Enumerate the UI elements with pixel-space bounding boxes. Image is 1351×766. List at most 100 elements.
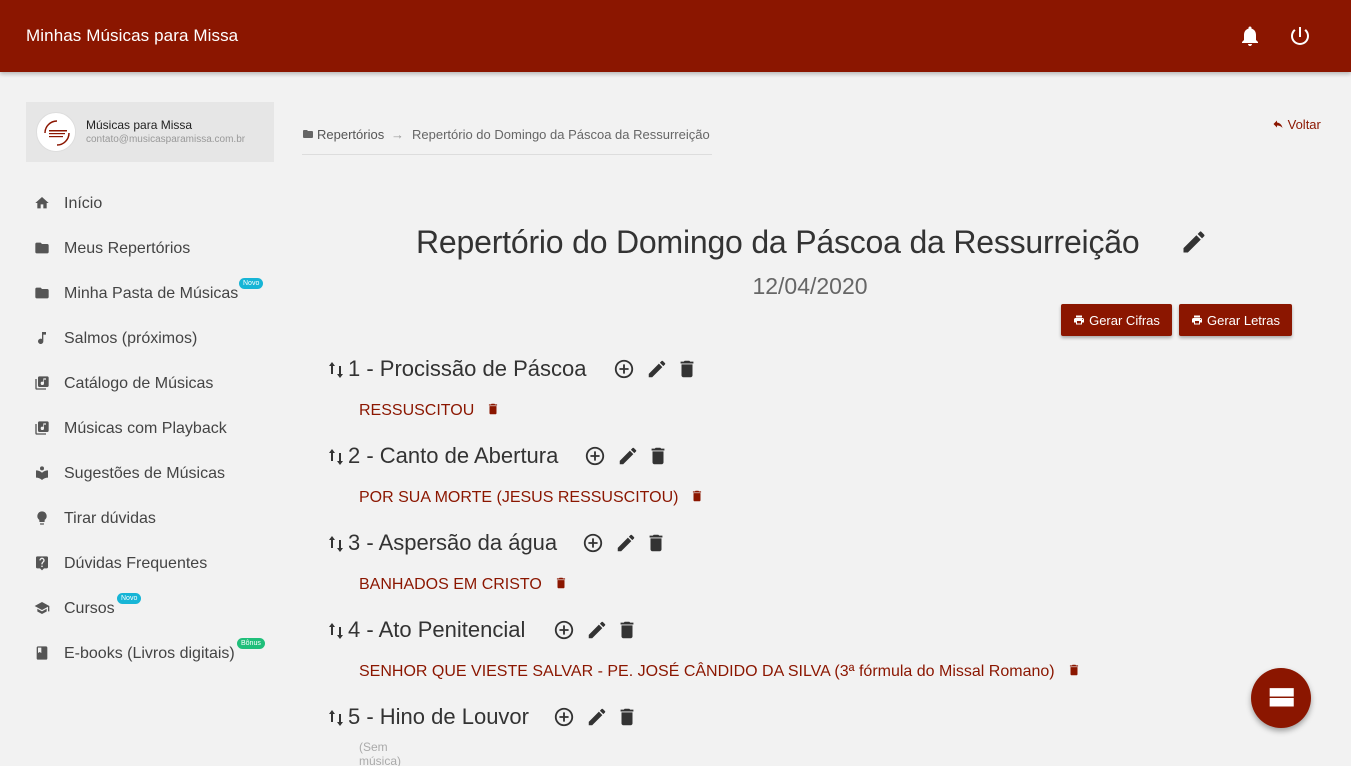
edit-pencil-icon[interactable] (615, 532, 637, 554)
sidebar-item-label: Sugestões de Músicas (64, 465, 225, 482)
book-open-icon (36, 466, 48, 481)
profile-name: Músicas para Missa (86, 118, 193, 132)
back-label: Voltar (1287, 117, 1321, 132)
avatar (36, 112, 76, 152)
section-title: 2 - Canto de Abertura (348, 443, 559, 468)
section-title: 5 - Hino de Louvor (348, 704, 529, 729)
song-title: SENHOR QUE VIESTE SALVAR - PE. JOSÉ CÂND… (359, 663, 1055, 680)
delete-song-trash-icon[interactable] (690, 489, 704, 503)
printer-icon (1192, 315, 1202, 325)
back-link[interactable]: Voltar (1272, 117, 1321, 132)
reorder-arrows-icon[interactable] (328, 709, 344, 727)
sidebar-item-salmos[interactable]: Salmos (próximos) (26, 315, 274, 360)
edit-title-pencil-icon[interactable] (1180, 228, 1208, 256)
generate-chords-button[interactable]: Gerar Cifras (1061, 304, 1172, 336)
breadcrumb-current: Repertório do Domingo da Páscoa da Ressu… (412, 127, 710, 142)
printer-icon (1074, 315, 1085, 325)
notifications-bell-icon[interactable] (1238, 24, 1262, 48)
sidebar-item-tirar-duvidas[interactable]: Tirar dúvidas (26, 495, 274, 540)
delete-trash-icon[interactable] (616, 619, 638, 641)
delete-trash-icon[interactable] (645, 532, 667, 554)
add-circle-icon[interactable] (553, 619, 575, 641)
home-icon (35, 197, 49, 209)
school-icon (34, 602, 50, 614)
folder-icon (303, 130, 313, 138)
sidebar: Músicas para Missa contato@musicasparami… (26, 102, 274, 662)
song-title: POR SUA MORTE (JESUS RESSUSCITOU) (359, 489, 679, 506)
delete-trash-icon[interactable] (616, 706, 638, 728)
song-entry[interactable]: RESSUSCITOU (359, 402, 500, 420)
top-app-bar: Minhas Músicas para Missa (0, 0, 1351, 72)
view-stream-icon (1269, 688, 1294, 707)
bonus-badge: Bônus (237, 638, 265, 649)
repertoire-date: 12/04/2020 (752, 273, 868, 299)
sidebar-item-duvidas-frequentes[interactable]: Dúvidas Frequentes (26, 540, 274, 585)
reorder-arrows-icon[interactable] (328, 622, 344, 640)
sidebar-item-label: Salmos (próximos) (64, 330, 198, 347)
sidebar-item-label: Catálogo de Músicas (64, 375, 214, 392)
add-circle-icon[interactable] (553, 706, 575, 728)
sidebar-item-playback[interactable]: Músicas com Playback (26, 405, 274, 450)
generate-chords-label: Gerar Cifras (1089, 312, 1160, 328)
song-title: BANHADOS EM CRISTO (359, 576, 542, 593)
sidebar-item-ebooks[interactable]: E-books (Livros digitais) Bônus (26, 630, 274, 675)
app-title: Minhas Músicas para Missa (26, 26, 239, 45)
sidebar-item-label: Tirar dúvidas (64, 510, 156, 527)
sidebar-item-catalogo[interactable]: Catálogo de Músicas (26, 360, 274, 405)
book-icon (36, 646, 48, 660)
reorder-arrows-icon[interactable] (328, 361, 344, 379)
profile-card[interactable]: Músicas para Missa contato@musicasparami… (26, 102, 274, 162)
edit-pencil-icon[interactable] (586, 706, 608, 728)
generate-lyrics-button[interactable]: Gerar Letras (1179, 304, 1292, 336)
sidebar-item-inicio[interactable]: Início (26, 180, 274, 225)
delete-trash-icon[interactable] (647, 445, 669, 467)
sidebar-item-label: Meus Repertórios (64, 240, 191, 257)
new-badge: Novo (117, 593, 142, 604)
delete-song-trash-icon[interactable] (1067, 663, 1081, 677)
reply-arrow-icon (1273, 120, 1283, 128)
add-circle-icon[interactable] (584, 445, 606, 467)
lightbulb-icon (37, 511, 47, 525)
edit-pencil-icon[interactable] (617, 445, 639, 467)
library-music-icon (35, 421, 49, 435)
sidebar-item-label: Início (64, 195, 103, 212)
page-title: Repertório do Domingo da Páscoa da Ressu… (416, 224, 1140, 260)
breadcrumb: Repertórios → Repertório do Domingo da P… (302, 127, 712, 155)
help-icon (36, 556, 48, 571)
sidebar-item-sugestoes[interactable]: Sugestões de Músicas (26, 450, 274, 495)
song-entry[interactable]: SENHOR QUE VIESTE SALVAR - PE. JOSÉ CÂND… (359, 663, 1081, 681)
section-title: 1 - Procissão de Páscoa (348, 356, 587, 381)
edit-pencil-icon[interactable] (586, 619, 608, 641)
floating-menu-button[interactable] (1251, 668, 1311, 728)
sidebar-item-cursos[interactable]: Cursos Novo (26, 585, 274, 630)
empty-song-placeholder: (Sem música) (359, 740, 402, 766)
music-note-icon (38, 332, 46, 345)
song-entry[interactable]: BANHADOS EM CRISTO (359, 576, 568, 594)
edit-pencil-icon[interactable] (646, 358, 668, 380)
sidebar-nav: Início Meus Repertórios Minha Pasta de M… (26, 180, 274, 675)
delete-song-trash-icon[interactable] (554, 576, 568, 590)
add-circle-icon[interactable] (613, 358, 635, 380)
song-entry[interactable]: POR SUA MORTE (JESUS RESSUSCITOU) (359, 489, 704, 507)
sidebar-item-label: Dúvidas Frequentes (64, 555, 208, 572)
song-title: RESSUSCITOU (359, 402, 475, 419)
reorder-arrows-icon[interactable] (328, 448, 344, 466)
folder-icon (35, 242, 49, 254)
delete-song-trash-icon[interactable] (486, 402, 500, 416)
library-music-icon (35, 376, 49, 390)
breadcrumb-separator: → (391, 127, 404, 142)
sidebar-item-label: Músicas com Playback (64, 420, 227, 437)
section-title: 3 - Aspersão da água (348, 530, 558, 555)
profile-email: contato@musicasparamissa.com.br (86, 134, 246, 145)
delete-trash-icon[interactable] (676, 358, 698, 380)
sidebar-item-meus-repertorios[interactable]: Meus Repertórios (26, 225, 274, 270)
sidebar-item-label: Cursos (64, 600, 115, 617)
sidebar-item-label: E-books (Livros digitais) (64, 645, 235, 662)
breadcrumb-root-link[interactable]: Repertórios (302, 127, 384, 142)
section-title: 4 - Ato Penitencial (348, 617, 526, 642)
add-circle-icon[interactable] (582, 532, 604, 554)
breadcrumb-root-label: Repertórios (317, 127, 385, 142)
logout-power-icon[interactable] (1288, 24, 1312, 48)
reorder-arrows-icon[interactable] (328, 535, 344, 553)
generate-lyrics-label: Gerar Letras (1207, 312, 1280, 328)
